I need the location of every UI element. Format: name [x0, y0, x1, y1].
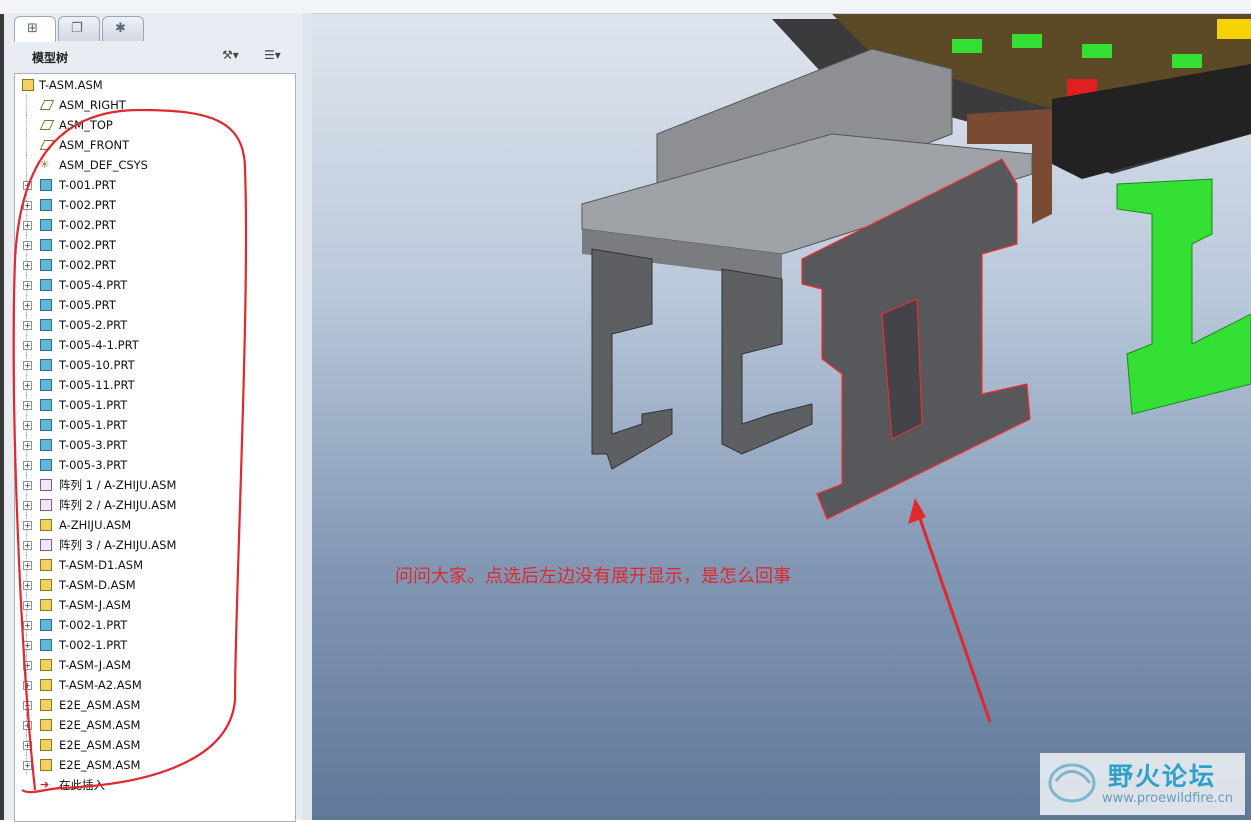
watermark-title: 野火论坛	[1108, 762, 1217, 791]
watermark-logo	[1048, 763, 1096, 803]
watermark: 野火论坛 www.proewildfire.cn	[1040, 753, 1245, 815]
annotation-circle	[12, 108, 248, 794]
annotation-circle-overlay	[12, 108, 248, 794]
watermark-url: www.proewildfire.cn	[1102, 791, 1233, 806]
